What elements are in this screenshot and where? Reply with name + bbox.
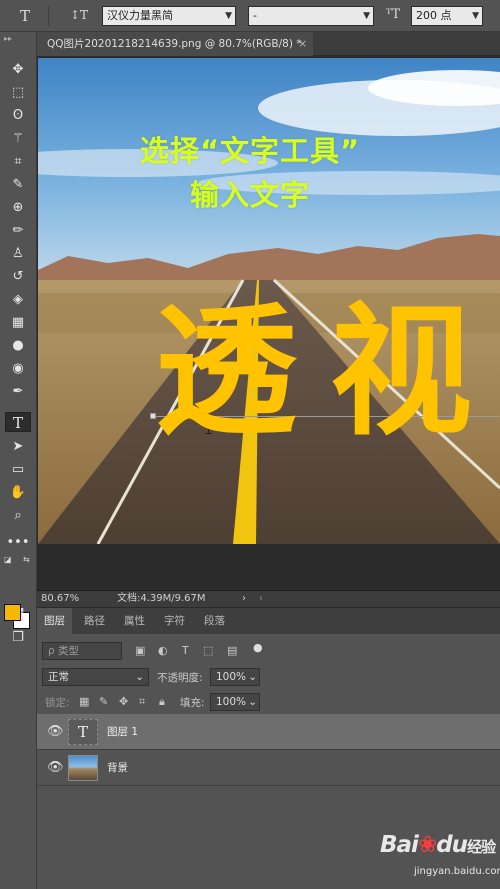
- lock-row: 锁定: ▦ ✎ ✥ ⌗ 🔒︎ 填充: 100% ⌄: [37, 691, 500, 713]
- foreground-color-swatch[interactable]: [4, 604, 21, 621]
- watermark-url: jingyan.baidu.com: [414, 866, 500, 877]
- document-tab[interactable]: QQ图片20201218214639.png @ 80.7%(RGB/8) * …: [37, 32, 313, 56]
- divider: [48, 6, 49, 26]
- dodge-icon[interactable]: ◉: [5, 359, 31, 379]
- lock-artboard-icon[interactable]: ⌗: [139, 695, 145, 709]
- zoom-level[interactable]: 80.67%: [41, 591, 79, 607]
- pen-icon[interactable]: ✒: [5, 382, 31, 402]
- lock-pixels-icon[interactable]: ✎: [99, 695, 108, 708]
- marquee-icon[interactable]: ⬚: [5, 83, 31, 103]
- layer-name[interactable]: 图层 1: [107, 714, 138, 750]
- clone-stamp-icon[interactable]: ♙: [5, 244, 31, 264]
- tab-properties[interactable]: 属性: [117, 608, 152, 634]
- caption-line-1: 选择“文字工具”: [139, 134, 361, 168]
- chevron-down-icon: ▼: [363, 11, 370, 21]
- swap-colors-icon[interactable]: ⇆: [23, 555, 30, 564]
- lock-transparent-icon[interactable]: ▦: [79, 695, 89, 708]
- big-text-char-1[interactable]: 透: [155, 302, 297, 444]
- lock-position-icon[interactable]: ✥: [119, 695, 128, 708]
- tab-paths[interactable]: 路径: [77, 608, 112, 634]
- opacity-input[interactable]: 100% ⌄: [210, 668, 260, 686]
- eraser-icon[interactable]: ◈: [5, 290, 31, 310]
- default-colors-icon[interactable]: ◪: [4, 555, 12, 564]
- background-layer-thumbnail: [68, 755, 98, 781]
- status-bar: 80.67% 文档:4.39M/9.67M › ‹: [37, 590, 500, 607]
- filter-smart-object-icon[interactable]: ▤: [227, 644, 237, 657]
- history-brush-icon[interactable]: ↺: [5, 267, 31, 287]
- font-size-select[interactable]: 200 点 ▼: [411, 6, 483, 26]
- fill-label: 填充:: [180, 697, 205, 709]
- lasso-icon[interactable]: ʘ: [5, 106, 31, 126]
- gradient-icon[interactable]: ▦: [5, 313, 31, 333]
- layer-row-background[interactable]: 👁︎ 背景: [37, 750, 500, 786]
- lock-label: 锁定:: [45, 697, 70, 709]
- filter-text-icon[interactable]: T: [182, 644, 189, 657]
- document-title: QQ图片20201218214639.png @ 80.7%(RGB/8) *: [47, 38, 302, 50]
- rectangle-icon[interactable]: ▭: [5, 460, 31, 480]
- filter-pixel-icon[interactable]: ▣: [135, 644, 145, 657]
- layer-row-text[interactable]: 👁︎ T 图层 1: [37, 714, 500, 750]
- blend-mode-select[interactable]: 正常 ⌄: [42, 668, 149, 686]
- brush-icon[interactable]: ✏: [5, 221, 31, 241]
- layer-name[interactable]: 背景: [107, 750, 128, 786]
- font-size-value: 200 点: [416, 9, 452, 22]
- collapse-icon[interactable]: ▸▸: [4, 34, 12, 43]
- layer-filter-select[interactable]: ρ 类型: [42, 642, 122, 660]
- blur-icon[interactable]: ●: [5, 336, 31, 356]
- font-family-value: 汉仪力量黑简: [107, 9, 173, 22]
- visibility-eye-icon[interactable]: 👁︎: [47, 724, 64, 739]
- logo-du: du: [436, 832, 468, 858]
- font-style-select[interactable]: - ▼: [248, 6, 374, 26]
- paw-icon: ❀: [417, 832, 437, 858]
- fill-value: 100%: [216, 696, 247, 708]
- filter-row: ρ 类型 ▣ ◐ T ⬚ ▤ ●: [37, 640, 500, 662]
- blend-mode-value: 正常: [48, 671, 69, 683]
- scroll-left-icon[interactable]: ‹: [259, 591, 263, 607]
- tab-layers[interactable]: 图层: [37, 608, 72, 634]
- document-size: 文档:4.39M/9.67M: [117, 593, 206, 604]
- big-text-char-2[interactable]: 视: [330, 302, 472, 444]
- visibility-eye-icon[interactable]: 👁︎: [47, 760, 64, 775]
- opacity-value: 100%: [216, 671, 247, 683]
- logo-bai: Bai: [380, 832, 419, 858]
- font-style-value: -: [253, 9, 257, 22]
- chevron-down-icon: ⌄: [248, 696, 257, 708]
- text-layer-thumbnail: T: [68, 719, 98, 745]
- status-menu-arrow[interactable]: ›: [242, 591, 246, 607]
- path-select-icon[interactable]: ➤: [5, 437, 31, 457]
- filter-toggle-icon[interactable]: ●: [253, 641, 263, 654]
- opacity-label: 不透明度:: [157, 672, 203, 684]
- panel-tabs: 图层 路径 属性 字符 段落: [37, 608, 500, 634]
- filter-adjustment-icon[interactable]: ◐: [158, 644, 168, 657]
- chevron-down-icon: ▼: [472, 11, 479, 21]
- fill-input[interactable]: 100% ⌄: [210, 693, 260, 711]
- watermark-logo: Bai❀du经验: [380, 832, 496, 858]
- options-bar: T ↕T 汉仪力量黑简 ▼ - ▼ ᵀT 200 点 ▼: [0, 0, 500, 32]
- zoom-icon[interactable]: ⌕: [5, 506, 31, 526]
- caption-line-2: 输入文字: [189, 178, 310, 212]
- more-icon[interactable]: •••: [5, 533, 31, 553]
- hand-icon[interactable]: ✋: [5, 483, 31, 503]
- font-size-icon: ᵀT: [386, 7, 401, 22]
- close-icon[interactable]: ×: [298, 32, 307, 56]
- screen-mode-icon[interactable]: ❐: [5, 628, 31, 648]
- text-orientation-icon[interactable]: ↕T: [70, 8, 88, 22]
- chevron-down-icon: ⌄: [248, 671, 257, 683]
- logo-jingyan: 经验: [467, 838, 496, 856]
- tab-character[interactable]: 字符: [157, 608, 192, 634]
- move-icon[interactable]: ✥: [5, 60, 31, 80]
- text-tool-icon[interactable]: T: [5, 412, 31, 432]
- baidu-jingyan-watermark: Bai❀du经验 jingyan.baidu.com: [380, 832, 500, 889]
- chevron-down-icon: ⌄: [135, 671, 144, 683]
- filter-shape-icon[interactable]: ⬚: [203, 644, 213, 657]
- lock-all-icon[interactable]: 🔒︎: [159, 695, 165, 709]
- font-family-select[interactable]: 汉仪力量黑简 ▼: [102, 6, 236, 26]
- text-tool-icon[interactable]: T: [20, 7, 30, 25]
- tab-paragraph[interactable]: 段落: [197, 608, 232, 634]
- document-tab-bar: QQ图片20201218214639.png @ 80.7%(RGB/8) * …: [37, 32, 500, 56]
- chevron-down-icon: ▼: [225, 11, 232, 21]
- blend-row: 正常 ⌄ 不透明度: 100% ⌄: [37, 666, 500, 688]
